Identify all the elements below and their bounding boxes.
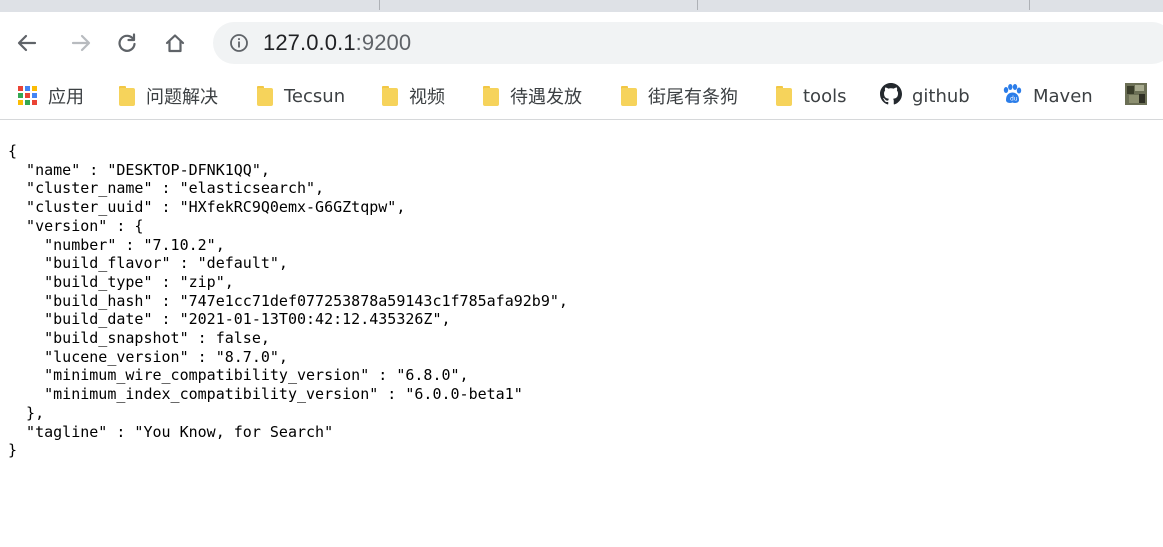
url-host: 127.0.0.1: [263, 30, 356, 55]
bookmark-folder[interactable]: 视频: [381, 73, 445, 119]
home-button[interactable]: [158, 26, 192, 60]
github-icon: [880, 82, 902, 110]
bookmark-maven[interactable]: du Maven: [1001, 73, 1093, 119]
bookmark-github[interactable]: github: [880, 73, 970, 119]
bookmark-folder[interactable]: tools: [775, 73, 846, 119]
back-button[interactable]: [10, 26, 44, 60]
tab-strip: [0, 0, 1163, 12]
thumbnail-icon: [1125, 82, 1147, 110]
bookmark-apps[interactable]: 应用: [18, 73, 84, 119]
bookmark-folder[interactable]: 问题解决: [118, 73, 218, 119]
bookmark-label: 待遇发放: [510, 87, 582, 108]
browser-toolbar: 127.0.0.1:9200: [0, 12, 1163, 73]
bookmark-overflow[interactable]: [1125, 73, 1147, 119]
tab-separator: [697, 0, 698, 10]
bookmark-label: 街尾有条狗: [648, 87, 738, 108]
bookmarks-bar: 应用 问题解决 Tecsun 视频 待遇发放 街尾有条狗 tools githu…: [0, 73, 1163, 120]
tab-separator: [379, 0, 380, 10]
apps-grid-icon: [18, 86, 38, 106]
paw-icon: du: [1001, 83, 1023, 110]
bookmark-folder[interactable]: Tecsun: [256, 73, 345, 119]
forward-button[interactable]: [64, 26, 98, 60]
folder-icon: [775, 86, 793, 106]
bookmark-label: 视频: [409, 87, 445, 108]
home-icon: [164, 32, 186, 54]
json-response: { "name" : "DESKTOP-DFNK1QQ", "cluster_n…: [8, 142, 568, 460]
browser-window: 127.0.0.1:9200 应用 问题解决 Tecsun 视频 待遇发放 街尾…: [0, 0, 1163, 547]
reload-icon: [116, 32, 138, 54]
page-content: { "name" : "DESKTOP-DFNK1QQ", "cluster_n…: [0, 120, 1163, 547]
arrow-left-icon: [16, 32, 38, 54]
reload-button[interactable]: [110, 26, 144, 60]
url-port: :9200: [355, 30, 412, 55]
address-bar[interactable]: 127.0.0.1:9200: [213, 22, 1163, 64]
bookmark-label: tools: [803, 85, 847, 107]
folder-icon: [620, 86, 638, 106]
info-icon[interactable]: [229, 33, 249, 53]
folder-icon: [118, 86, 136, 106]
bookmark-folder[interactable]: 街尾有条狗: [620, 73, 738, 119]
svg-text:du: du: [1010, 95, 1018, 102]
bookmark-label: 问题解决: [146, 87, 218, 108]
bookmark-label: github: [912, 85, 970, 107]
folder-icon: [256, 86, 274, 106]
url-text[interactable]: 127.0.0.1:9200: [263, 30, 411, 56]
folder-icon: [381, 86, 399, 106]
bookmark-label: Maven: [1033, 85, 1093, 107]
arrow-right-icon: [70, 32, 92, 54]
bookmark-folder[interactable]: 待遇发放: [482, 73, 582, 119]
tab-separator: [1029, 0, 1030, 10]
bookmark-label: 应用: [48, 87, 84, 108]
folder-icon: [482, 86, 500, 106]
bookmark-label: Tecsun: [284, 85, 346, 107]
